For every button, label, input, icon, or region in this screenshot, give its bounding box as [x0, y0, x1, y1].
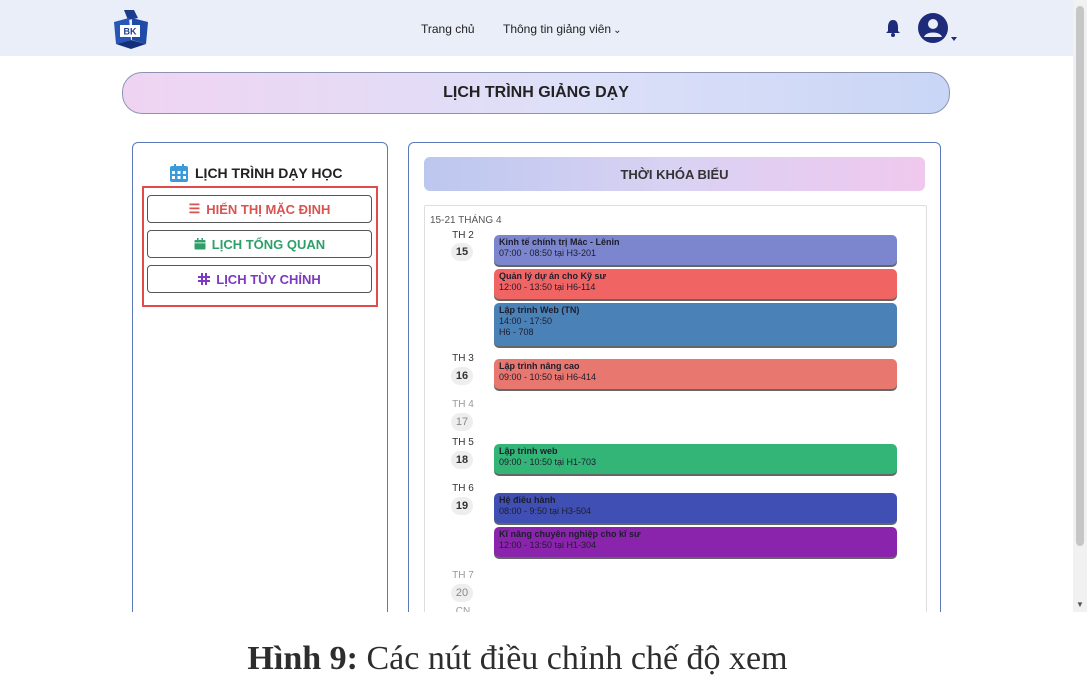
list-icon: ☰ [188, 201, 201, 216]
panel-title-text: LỊCH TRÌNH DẠY HỌC [195, 165, 343, 181]
day-number: 19 [451, 497, 473, 515]
event-card[interactable]: Lập trình web 09:00 - 10:50 tại H1-703 [494, 444, 897, 474]
default-view-button[interactable]: ☰ HIỂN THỊ MẶC ĐỊNH [147, 195, 372, 223]
event-card[interactable]: Lập trình nâng cao 09:00 - 10:50 tại H6-… [494, 359, 897, 389]
day-name: TH 2 [452, 230, 474, 241]
default-view-label: HIỂN THỊ MẶC ĐỊNH [206, 201, 331, 217]
panel-title: LỊCH TRÌNH DẠY HỌC [169, 163, 343, 183]
scrollbar-thumb[interactable] [1076, 6, 1084, 546]
svg-text:BK: BK [124, 27, 137, 37]
caption-text: Các nút điều chỉnh chế độ xem [357, 640, 788, 677]
day-number: 18 [451, 451, 473, 469]
event-room: H6 - 708 [499, 327, 534, 337]
event-card[interactable]: Kinh tế chính trị Mác - Lênin 07:00 - 08… [494, 235, 897, 265]
day-name: TH 6 [452, 483, 474, 494]
calendar-icon [194, 238, 206, 250]
event-title: Lập trình nâng cao [499, 361, 580, 371]
view-mode-panel: LỊCH TRÌNH DẠY HỌC ☰ HIỂN THỊ MẶC ĐỊNH L… [132, 142, 388, 612]
calendar-icon [170, 164, 188, 182]
event-time: 09:00 - 10:50 tại H1-703 [499, 457, 597, 467]
chevron-down-icon: ⌄ [613, 25, 622, 36]
grid-settings-icon [198, 273, 211, 285]
day-name: TH 7 [452, 570, 474, 581]
overview-button[interactable]: LỊCH TỔNG QUAN [147, 230, 372, 258]
event-title: Lập trình web [499, 446, 558, 456]
event-title: Kĩ năng chuyên nghiệp cho kĩ sư [499, 529, 641, 539]
main-content: LỊCH TRÌNH GIẢNG DẠY LỊCH TRÌNH DẠY HỌC … [0, 56, 1073, 612]
nav-home-link[interactable]: Trang chủ [421, 22, 475, 36]
timetable-panel: THỜI KHÓA BIỂU 15-21 THÁNG 4 TH 2 15 Kin… [408, 142, 941, 612]
event-title: Hệ điều hành [499, 495, 556, 505]
bk-logo[interactable]: BK [110, 8, 152, 50]
day-number: 15 [451, 243, 473, 261]
day-name: TH 4 [452, 399, 474, 410]
top-navbar: BK Trang chủ Thông tin giảng viên ⌄ [0, 0, 1073, 56]
event-time: 08:00 - 9:50 tại H3-504 [499, 506, 592, 516]
day-name: TH 5 [452, 437, 474, 448]
week-range: 15-21 THÁNG 4 [430, 215, 502, 226]
event-card[interactable]: Kĩ năng chuyên nghiệp cho kĩ sư 12:00 - … [494, 527, 897, 557]
nav-info-dropdown[interactable]: Thông tin giảng viên ⌄ [503, 22, 621, 36]
page-title: LỊCH TRÌNH GIẢNG DẠY [122, 72, 950, 114]
event-card[interactable]: Quản lý dự án cho Kỹ sư 12:00 - 13:50 tạ… [494, 269, 897, 299]
event-title: Quản lý dự án cho Kỹ sư [499, 271, 607, 281]
page-scrollbar[interactable]: ▼ [1073, 0, 1087, 612]
event-card[interactable]: Hệ điều hành 08:00 - 9:50 tại H3-504 [494, 493, 897, 523]
custom-view-button[interactable]: LỊCH TÙY CHỈNH [147, 265, 372, 293]
event-time: 12:00 - 13:50 tại H6-114 [499, 282, 596, 292]
app-screen: BK Trang chủ Thông tin giảng viên ⌄ LỊCH … [0, 0, 1087, 612]
day-number: 17 [451, 413, 473, 431]
caption-label: Hình 9: [247, 640, 358, 677]
bell-icon[interactable] [884, 18, 902, 38]
scroll-down-arrow-icon[interactable]: ▼ [1076, 600, 1084, 609]
event-time: 14:00 - 17:50 [499, 316, 553, 326]
day-number: 16 [451, 367, 473, 385]
user-avatar-icon[interactable] [917, 11, 957, 45]
day-name: CN [455, 606, 471, 612]
event-card[interactable]: Lập trình Web (TN) 14:00 - 17:50 H6 - 70… [494, 303, 897, 346]
timetable-header: THỜI KHÓA BIỂU [424, 157, 925, 191]
custom-view-label: LỊCH TÙY CHỈNH [216, 271, 321, 287]
day-number: 20 [451, 584, 473, 602]
nav-info-label: Thông tin giảng viên [503, 22, 612, 36]
day-name: TH 3 [452, 353, 474, 364]
event-time: 07:00 - 08:50 tại H3-201 [499, 248, 597, 258]
event-title: Kinh tế chính trị Mác - Lênin [499, 237, 620, 247]
overview-label: LỊCH TỔNG QUAN [211, 236, 326, 252]
figure-caption: Hình 9: Các nút điều chỉnh chế độ xem [0, 640, 1035, 678]
event-time: 12:00 - 13:50 tại H1-304 [499, 540, 597, 550]
event-time: 09:00 - 10:50 tại H6-414 [499, 372, 597, 382]
event-title: Lập trình Web (TN) [499, 305, 580, 315]
